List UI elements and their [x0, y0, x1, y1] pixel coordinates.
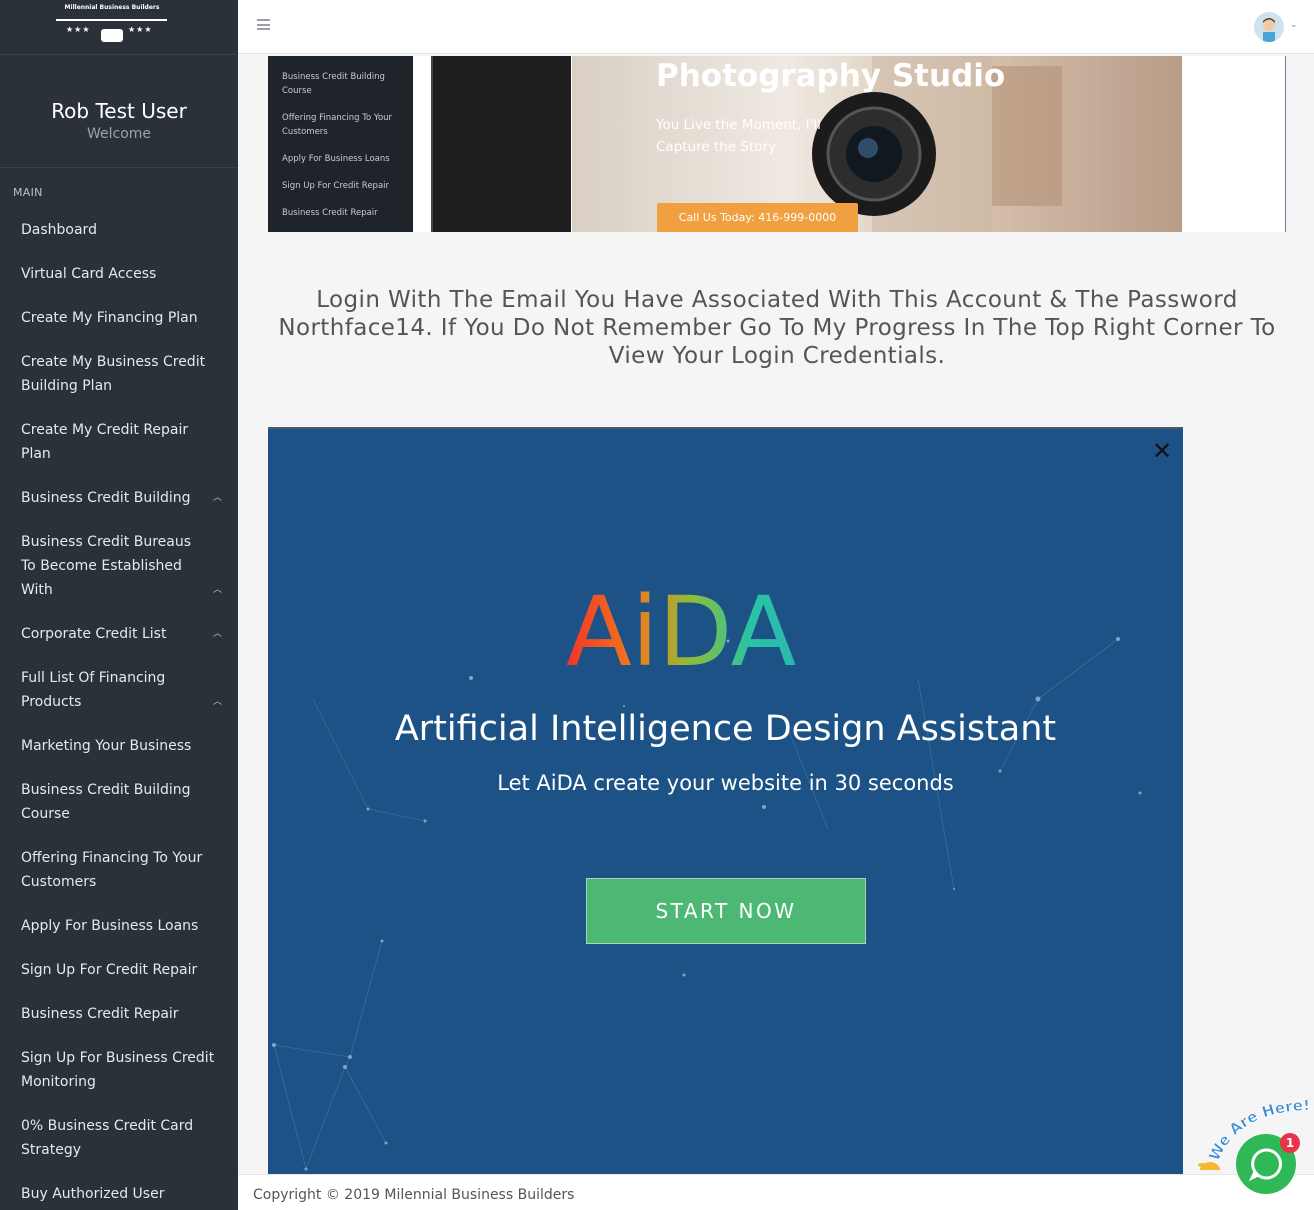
sidebar-item-label: Marketing Your Business — [21, 738, 192, 754]
aida-logo: AiDA — [566, 587, 796, 669]
svg-text:AiDA: AiDA — [566, 587, 796, 669]
sidebar-item-label: Apply For Business Loans — [21, 918, 199, 934]
sidebar-item-label: Sign Up For Business Credit Monitoring — [21, 1050, 215, 1090]
hero-call-button[interactable]: Call Us Today: 416-999-0000 — [657, 203, 858, 232]
sidebar-item-label: Business Credit Building Course — [21, 782, 191, 822]
aida-title: Artificial Intelligence Design Assistant — [394, 709, 1057, 749]
sidebar-item-corporate-credit-list[interactable]: Corporate Credit List ︿ — [0, 622, 238, 646]
sidebar: Millennial Business Builders ★★★ ★★★ Rob… — [0, 0, 238, 1210]
sidebar-item-create-business-credit-plan[interactable]: Create My Business Credit Building Plan — [0, 350, 238, 398]
top-bar: ⌄ — [238, 0, 1314, 54]
chevron-up-icon: ︿ — [212, 493, 222, 503]
copyright-text: Copyright © 2019 Milennial Business Buil… — [253, 1187, 575, 1203]
chevron-down-icon[interactable]: ⌄ — [1290, 20, 1298, 30]
user-name: Rob Test User — [51, 99, 187, 123]
user-welcome: Welcome — [86, 126, 152, 142]
login-instructions: Login With The Email You Have Associated… — [278, 287, 1276, 369]
preview-dark-panel — [431, 56, 571, 232]
sidebar-item-authorized-tradelines[interactable]: Buy Authorized User Tradelines — [0, 1182, 238, 1210]
sidebar-item-business-credit-repair[interactable]: Business Credit Repair — [0, 1002, 238, 1026]
sidebar-item-label: Offering Financing To Your Customers — [21, 850, 203, 890]
brand-logo[interactable]: Millennial Business Builders ★★★ ★★★ — [0, 0, 238, 55]
sidebar-item-label: Business Credit Building — [21, 490, 191, 506]
sidebar-item-credit-monitoring[interactable]: Sign Up For Business Credit Monitoring — [0, 1046, 238, 1094]
sidebar-item-financing-products[interactable]: Full List Of Financing Products ︿ — [0, 666, 238, 714]
sidebar-item-label: Create My Credit Repair Plan — [21, 422, 189, 462]
logo-stars-left: ★★★ — [66, 25, 91, 34]
sidebar-item-zero-percent-strategy[interactable]: 0% Business Credit Card Strategy — [0, 1114, 238, 1162]
preview-mini-menu: Business Credit Building Course Offering… — [268, 56, 413, 232]
aida-subtitle: Let AiDA create your website in 30 secon… — [497, 771, 954, 795]
network-background — [272, 637, 1142, 1171]
aida-promo-modal: ✕ AiDA Artificial Intelligence Design As… — [268, 427, 1183, 1174]
hero-title: Photography Studio — [656, 58, 1006, 94]
preview-menu-item: Business Credit Repair — [282, 208, 378, 218]
sidebar-item-label: Virtual Card Access — [21, 266, 157, 282]
sidebar-item-label: 0% Business Credit Card Strategy — [21, 1118, 194, 1158]
sidebar-item-label: Business Credit Repair — [21, 1006, 179, 1022]
sidebar-item-offering-financing[interactable]: Offering Financing To Your Customers — [0, 846, 238, 894]
sidebar-item-credit-repair-signup[interactable]: Sign Up For Credit Repair — [0, 958, 238, 982]
sidebar-item-dashboard[interactable]: Dashboard — [0, 218, 238, 242]
preview-menu-item: Business Credit Building Course — [282, 72, 385, 96]
sidebar-item-label: Corporate Credit List — [21, 626, 167, 642]
sidebar-item-label: Sign Up For Credit Repair — [21, 962, 198, 978]
sidebar-item-create-financing-plan[interactable]: Create My Financing Plan — [0, 306, 238, 330]
sidebar-item-credit-bureaus[interactable]: Business Credit Bureaus To Become Establ… — [0, 530, 238, 602]
sidebar-item-credit-building-course[interactable]: Business Credit Building Course — [0, 778, 238, 826]
hamburger-icon[interactable] — [257, 19, 270, 30]
hero-subtitle: You Live the Moment, I'll Capture the St… — [656, 117, 821, 155]
sidebar-item-business-loans[interactable]: Apply For Business Loans — [0, 914, 238, 938]
chevron-up-icon: ︿ — [212, 585, 222, 595]
logo-divider — [56, 19, 167, 21]
preview-menu-item: Offering Financing To Your Customers — [282, 113, 393, 137]
sidebar-item-marketing[interactable]: Marketing Your Business — [0, 734, 238, 758]
chevron-up-icon: ︿ — [212, 697, 222, 707]
preview-menu-item: Apply For Business Loans — [282, 154, 390, 164]
user-avatar[interactable] — [1254, 12, 1284, 42]
chevron-up-icon: ︿ — [212, 629, 222, 639]
sidebar-item-virtual-card-access[interactable]: Virtual Card Access — [0, 262, 238, 286]
sidebar-item-label: Create My Financing Plan — [21, 310, 198, 326]
sidebar-item-create-credit-repair-plan[interactable]: Create My Credit Repair Plan — [0, 418, 238, 466]
logo-text: Millennial Business Builders — [64, 4, 160, 11]
sidebar-item-label: Buy Authorized User Tradelines — [21, 1186, 165, 1202]
sidebar-item-label: Business Credit Bureaus To Become Establ… — [21, 534, 192, 598]
sidebar-item-business-credit-building[interactable]: Business Credit Building ︿ — [0, 486, 238, 510]
section-label-main: MAIN — [13, 186, 43, 199]
close-icon[interactable]: ✕ — [1152, 439, 1172, 463]
template-preview-banner: Business Credit Building Course Offering… — [268, 56, 1286, 232]
sidebar-item-label: Create My Business Credit Building Plan — [21, 354, 206, 394]
sidebar-item-label: Dashboard — [21, 222, 97, 238]
user-profile-block: Rob Test User Welcome — [0, 55, 238, 168]
logo-stars-right: ★★★ — [128, 25, 153, 34]
sidebar-nav: Dashboard Virtual Card Access Create My … — [0, 212, 238, 1210]
sidebar-item-label: Full List Of Financing Products — [21, 670, 166, 710]
photography-hero-image: Photography Studio You Live the Moment, … — [572, 56, 1182, 232]
logo-badge — [101, 29, 123, 42]
start-now-button[interactable]: START NOW — [586, 878, 866, 944]
footer: Copyright © 2019 Milennial Business Buil… — [238, 1174, 1314, 1210]
waving-hand-icon — [1198, 1162, 1220, 1170]
chat-notification-badge: 1 — [1280, 1133, 1300, 1153]
preview-menu-item: Sign Up For Credit Repair — [282, 181, 390, 191]
